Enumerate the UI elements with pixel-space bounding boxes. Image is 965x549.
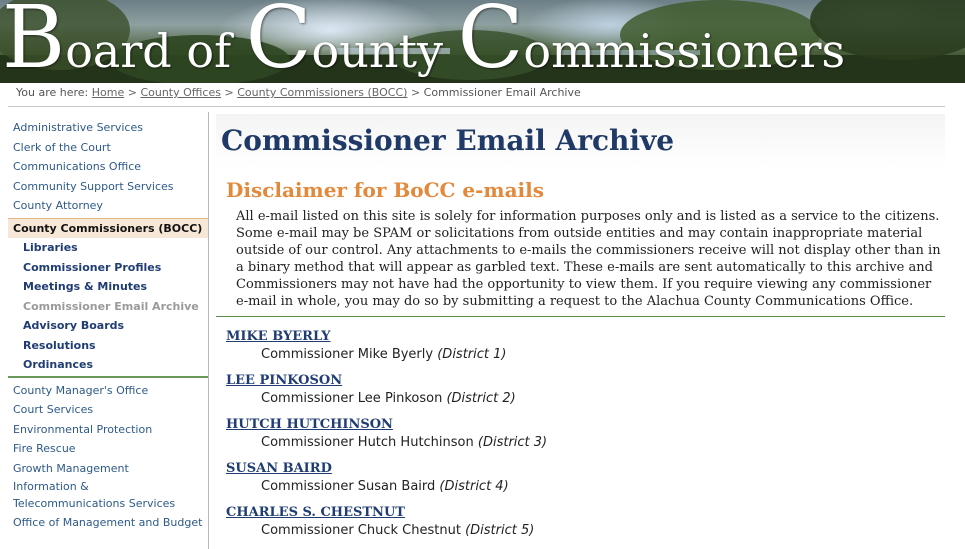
sidebar-item-omb[interactable]: Office of Management and Budget	[8, 514, 208, 533]
sidebar-item-county-commissioners[interactable]: County Commissioners (BOCC)	[8, 217, 208, 238]
commissioner-description: Commissioner Hutch Hutchinson (District …	[261, 435, 548, 450]
sidebar-item-court-services[interactable]: Court Services	[8, 400, 208, 420]
sidebar-item-administrative-services[interactable]: Administrative Services	[8, 118, 208, 138]
sidebar-divider-vertical	[208, 112, 209, 549]
sidebar-item-county-attorney[interactable]: County Attorney	[8, 196, 208, 216]
breadcrumb-link-county-offices[interactable]: County Offices	[140, 86, 221, 99]
commissioner-description: Commissioner Susan Baird (District 4)	[261, 479, 509, 494]
sidebar-subitem-libraries[interactable]: Libraries	[8, 238, 208, 258]
commissioner-description: Commissioner Chuck Chestnut (District 5)	[261, 523, 535, 538]
list-item: SUSAN BAIRD Commissioner Susan Baird (Di…	[226, 461, 945, 505]
breadcrumb-link-home[interactable]: Home	[92, 86, 124, 99]
disclaimer-text: All e-mail listed on this site is solely…	[236, 209, 941, 309]
page-title: Commissioner Email Archive	[221, 124, 675, 157]
site-banner: Board of County Commissioners	[0, 0, 965, 83]
commissioner-link[interactable]: HUTCH HUTCHINSON	[226, 417, 945, 433]
breadcrumb-prefix: You are here:	[16, 86, 89, 99]
list-item: CHARLES S. CHESTNUT Commissioner Chuck C…	[226, 505, 945, 549]
breadcrumb-divider	[8, 106, 945, 107]
main-content: Commissioner Email Archive Disclaimer fo…	[216, 114, 945, 549]
breadcrumb-separator: >	[127, 86, 137, 99]
breadcrumb-link-bocc[interactable]: County Commissioners (BOCC)	[237, 86, 407, 99]
content-divider	[216, 316, 945, 317]
page-header: Commissioner Email Archive	[216, 114, 945, 168]
sidebar-nav: Administrative Services Clerk of the Cou…	[8, 118, 208, 533]
sidebar-item-county-manager[interactable]: County Manager's Office	[8, 381, 208, 401]
sidebar-subitem-commissioner-profiles[interactable]: Commissioner Profiles	[8, 258, 208, 278]
sidebar-subitem-email-archive[interactable]: Commissioner Email Archive	[8, 297, 208, 317]
sidebar-divider	[8, 375, 208, 378]
sidebar-subitem-meetings-minutes[interactable]: Meetings & Minutes	[8, 277, 208, 297]
sidebar-item-community-support[interactable]: Community Support Services	[8, 177, 208, 197]
sidebar-item-information-telecom[interactable]: Information & Telecommunications Service…	[8, 478, 208, 514]
commissioner-link[interactable]: CHARLES S. CHESTNUT	[226, 505, 945, 521]
sidebar-subitem-resolutions[interactable]: Resolutions	[8, 336, 208, 356]
list-item: LEE PINKOSON Commissioner Lee Pinkoson (…	[226, 373, 945, 417]
commissioner-link[interactable]: SUSAN BAIRD	[226, 461, 945, 477]
sidebar-item-growth-management[interactable]: Growth Management	[8, 459, 208, 479]
list-item: HUTCH HUTCHINSON Commissioner Hutch Hutc…	[226, 417, 945, 461]
commissioner-description: Commissioner Mike Byerly (District 1)	[261, 347, 507, 362]
sidebar-subitem-advisory-boards[interactable]: Advisory Boards	[8, 316, 208, 336]
breadcrumb-separator: >	[224, 86, 234, 99]
sidebar-item-environmental-protection[interactable]: Environmental Protection	[8, 420, 208, 440]
commissioner-link[interactable]: LEE PINKOSON	[226, 373, 945, 389]
breadcrumb: You are here: Home > County Offices > Co…	[16, 86, 581, 99]
sidebar-subitem-ordinances[interactable]: Ordinances	[8, 355, 208, 375]
commissioner-list: MIKE BYERLY Commissioner Mike Byerly (Di…	[226, 329, 945, 549]
sidebar-item-communications-office[interactable]: Communications Office	[8, 157, 208, 177]
breadcrumb-separator: >	[410, 86, 421, 99]
disclaimer-heading: Disclaimer for BoCC e-mails	[226, 178, 545, 202]
sidebar-item-clerk-of-court[interactable]: Clerk of the Court	[8, 138, 208, 158]
commissioner-description: Commissioner Lee Pinkoson (District 2)	[261, 391, 516, 406]
breadcrumb-current: Commissioner Email Archive	[423, 86, 581, 99]
list-item: MIKE BYERLY Commissioner Mike Byerly (Di…	[226, 329, 945, 373]
banner-title: Board of County Commissioners	[2, 0, 846, 83]
commissioner-link[interactable]: MIKE BYERLY	[226, 329, 945, 345]
sidebar-item-fire-rescue[interactable]: Fire Rescue	[8, 439, 208, 459]
